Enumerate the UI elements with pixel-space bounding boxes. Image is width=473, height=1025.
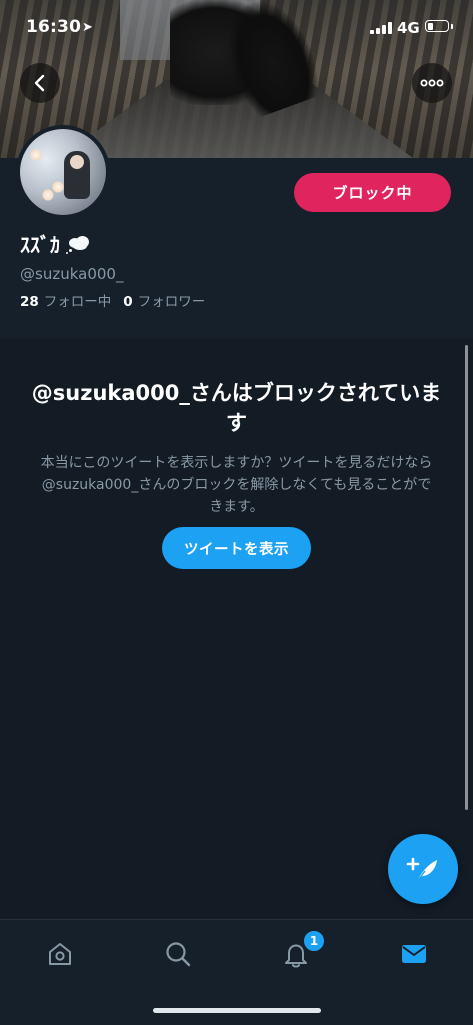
more-horizontal-icon — [420, 79, 444, 87]
avatar-flower — [30, 149, 42, 161]
profile-handle: @suzuka000_ — [20, 265, 124, 283]
show-tweets-button[interactable]: ツイートを表示 — [162, 527, 311, 569]
avatar-flower — [52, 181, 64, 193]
cellular-signal-icon — [370, 22, 392, 34]
display-name-text: ｽｽﾞｶ — [20, 233, 60, 257]
search-icon — [166, 942, 191, 967]
more-options-button[interactable] — [412, 63, 452, 103]
display-name: ｽｽﾞｶ — [20, 229, 90, 258]
chevron-left-icon — [34, 74, 45, 92]
blocked-description: 本当にこのツイートを表示しますか？ツイートを見るだけなら@suzuka000_さ… — [40, 455, 433, 515]
status-time: 16:30 — [26, 17, 82, 37]
home-icon — [49, 943, 71, 965]
battery-icon — [425, 20, 453, 32]
following-count[interactable]: 28 — [20, 294, 39, 310]
status-bar: 16:30 ➤ 4G — [0, 0, 473, 56]
avatar-photo — [20, 129, 106, 215]
location-arrow-icon: ➤ — [82, 20, 93, 35]
blocked-title: @suzuka000_さんはブロックされています — [31, 381, 442, 435]
profile-avatar[interactable] — [16, 125, 110, 219]
tab-home[interactable] — [40, 934, 80, 974]
tab-messages[interactable] — [394, 934, 434, 974]
home-indicator[interactable] — [153, 1008, 321, 1013]
battery-level — [427, 22, 433, 30]
follow-stats: 28 フォロー中 0 フォロワー — [20, 290, 205, 310]
network-type: 4G — [397, 19, 420, 37]
avatar-face — [70, 155, 84, 169]
notification-badge: 1 — [302, 929, 326, 953]
envelope-icon — [402, 945, 426, 963]
thought-balloon-icon — [66, 235, 90, 254]
following-label[interactable]: フォロー中 — [44, 290, 112, 310]
avatar-flower — [42, 189, 54, 201]
compose-tweet-button[interactable] — [388, 834, 458, 904]
scroll-indicator — [465, 345, 468, 810]
back-button[interactable] — [20, 63, 60, 103]
blocked-button[interactable]: ブロック中 — [294, 173, 451, 212]
tab-search[interactable] — [158, 934, 198, 974]
followers-label[interactable]: フォロワー — [138, 290, 206, 310]
followers-count[interactable]: 0 — [123, 294, 132, 310]
compose-tweet-icon — [406, 857, 437, 883]
